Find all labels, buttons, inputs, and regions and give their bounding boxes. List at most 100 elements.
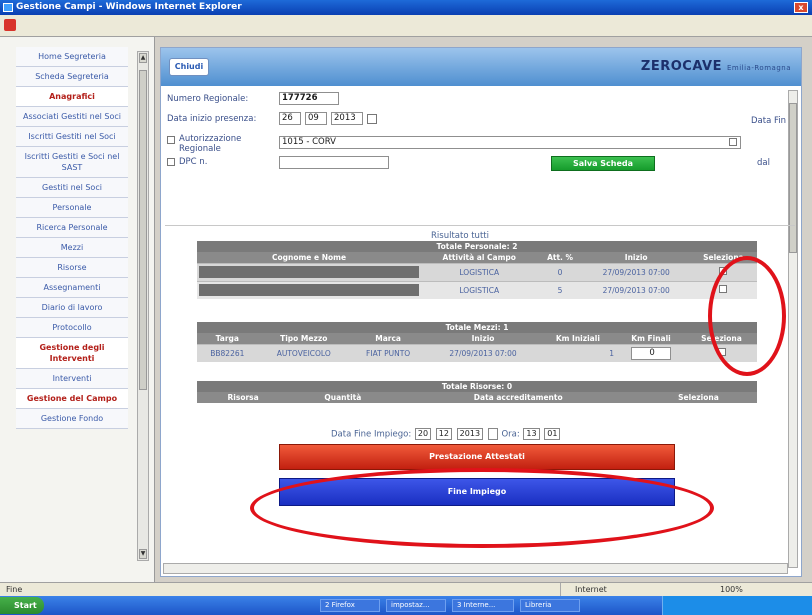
risorse-column-header: Data accreditamento: [396, 392, 640, 403]
scroll-down-icon[interactable]: ▼: [139, 549, 147, 559]
menu-item[interactable]: Interventi: [16, 369, 128, 389]
dpc-checkbox[interactable]: [167, 158, 175, 166]
taskbar-item[interactable]: impostaz...: [386, 599, 446, 612]
address-bar: [0, 15, 812, 37]
window-title-bar: Gestione Campi - Windows Internet Explor…: [0, 0, 812, 15]
back-button[interactable]: [4, 19, 16, 31]
prestazione-attestati-button[interactable]: Prestazione Attestati: [279, 444, 675, 470]
divider: [165, 225, 795, 226]
select-checkbox[interactable]: [717, 348, 726, 357]
main-scroll-thumb[interactable]: [789, 103, 797, 253]
dpc-input[interactable]: [279, 156, 389, 169]
salva-scheda-button[interactable]: Salva Scheda: [551, 156, 655, 171]
fine-impiego-button[interactable]: Fine Impiego: [279, 478, 675, 506]
redacted-name: [199, 284, 419, 297]
select-cell: [689, 280, 757, 299]
personale-column-header: Seleziona: [689, 252, 757, 263]
data-year-input[interactable]: 2013: [331, 112, 363, 125]
mezzi-column-header: Km Finali: [616, 333, 686, 344]
close-window-button[interactable]: x: [794, 2, 808, 13]
taskbar-item[interactable]: 2 Firefox: [320, 599, 380, 612]
fine-day-input[interactable]: 20: [414, 428, 432, 440]
menu-item[interactable]: Iscritti Gestiti nel Soci: [16, 127, 128, 147]
km-finali-cell: 0: [616, 343, 686, 362]
redacted-name: [199, 266, 419, 278]
mezzi-column-header: Inizio: [426, 333, 540, 344]
table-row: LOGISTICA 0 27/09/2013 07:00: [197, 262, 757, 281]
risorse-column-header: Risorsa: [197, 392, 290, 403]
left-menu-panel: Home Segreteria Scheda Segreteria Anagrafi…: [0, 37, 155, 582]
mezzi-column-header: Km Iniziali: [539, 333, 617, 344]
fine-minute-input[interactable]: 01: [544, 428, 561, 440]
km-finali-input[interactable]: 0: [631, 346, 672, 360]
main-scrollbar[interactable]: [788, 90, 798, 568]
data-fine-row: Data Fine Impiego: 20 12 2013 Ora: 13 01: [331, 428, 561, 440]
url-field[interactable]: [22, 19, 302, 32]
fine-year-input[interactable]: 2013: [456, 428, 484, 440]
risorse-column-header: Quantità: [289, 392, 397, 403]
autorizzazione-checkbox[interactable]: [167, 136, 175, 144]
chiudi-button[interactable]: Chiudi: [169, 58, 209, 76]
nome-cell: [197, 262, 421, 281]
menu-item[interactable]: Personale: [16, 198, 128, 218]
mezzi-table: Totale Mezzi: 1 Targa Tipo Mezzo Marca Iniz…: [197, 322, 757, 362]
risorse-section-title: Totale Risorse: 0: [197, 381, 757, 392]
select-checkbox[interactable]: [719, 285, 728, 294]
menu-item[interactable]: Gestiti nel Soci: [16, 178, 128, 198]
data-fine-label: Data Fin: [751, 116, 787, 126]
scroll-up-icon[interactable]: ▲: [139, 53, 147, 63]
personale-column-header: Cognome e Nome: [197, 252, 421, 263]
mezzi-column-header: Targa: [197, 333, 258, 344]
data-day-input[interactable]: 26: [279, 112, 301, 125]
numero-input[interactable]: 177726: [279, 92, 339, 105]
calendar-icon[interactable]: [367, 114, 377, 124]
data-fine-impiego-label: Data Fine Impiego:: [331, 429, 412, 440]
left-scrollbar[interactable]: ▲ ▼: [137, 51, 149, 561]
marca-cell: FIAT PUNTO: [349, 343, 427, 362]
menu-item[interactable]: Associati Gestiti nel Soci: [16, 107, 128, 127]
personale-section-title: Totale Personale: 2: [197, 241, 757, 252]
menu-item[interactable]: Protocollo: [16, 318, 128, 338]
numero-label: Numero Regionale:: [167, 94, 249, 104]
calendar-icon[interactable]: [487, 428, 498, 440]
menu-item[interactable]: Scheda Segreteria: [16, 67, 128, 87]
start-button[interactable]: Start: [0, 597, 44, 614]
menu-item[interactable]: Assegnamenti: [16, 278, 128, 298]
data-inizio-label: Data inizio presenza:: [167, 114, 257, 124]
fine-hour-input[interactable]: 13: [523, 428, 540, 440]
select-cell: [689, 262, 757, 281]
status-text: Fine: [6, 585, 23, 594]
zoom-level[interactable]: 100%: [720, 583, 743, 596]
taskbar-item[interactable]: 3 Interne...: [452, 599, 514, 612]
tipo-cell: AUTOVEICOLO: [257, 343, 350, 362]
menu-item[interactable]: Home Segreteria: [16, 47, 128, 67]
ora-label: Ora:: [501, 429, 520, 440]
menu-item[interactable]: Gestione Fondo: [16, 409, 128, 429]
km-iniziali-cell: 1: [539, 343, 617, 362]
autorizzazione-select[interactable]: 1015 - CORV: [279, 136, 741, 149]
menu-item[interactable]: Diario di lavoro: [16, 298, 128, 318]
select-cell: [686, 343, 757, 362]
inizio-cell: 27/09/2013 07:00: [582, 262, 690, 281]
select-checkbox[interactable]: [719, 267, 728, 275]
mezzi-column-header: Tipo Mezzo: [257, 333, 350, 344]
logo-text: ZEROCAVE: [640, 59, 722, 74]
data-month-input[interactable]: 09: [305, 112, 327, 125]
dal-label: dal: [757, 158, 770, 168]
taskbar-item[interactable]: Libreria: [520, 599, 580, 612]
menu-item[interactable]: Risorse: [16, 258, 128, 278]
ie-icon: [3, 3, 13, 12]
personale-column-header: Inizio: [582, 252, 690, 263]
system-tray: [662, 596, 812, 615]
fine-month-input[interactable]: 12: [435, 428, 452, 440]
nome-cell: [197, 280, 421, 299]
menu-group-header: Gestione del Campo: [16, 389, 128, 409]
menu-item[interactable]: Ricerca Personale: [16, 218, 128, 238]
menu-item[interactable]: Mezzi: [16, 238, 128, 258]
menu-item[interactable]: Iscritti Gestiti e Soci nel SAST: [16, 147, 128, 178]
side-menu: Home Segreteria Scheda Segreteria Anagrafi…: [16, 47, 128, 429]
perc-cell: 5: [537, 280, 583, 299]
scroll-thumb[interactable]: [139, 70, 147, 390]
horizontal-scrollbar[interactable]: [163, 563, 788, 574]
chevron-down-icon[interactable]: [729, 138, 737, 146]
